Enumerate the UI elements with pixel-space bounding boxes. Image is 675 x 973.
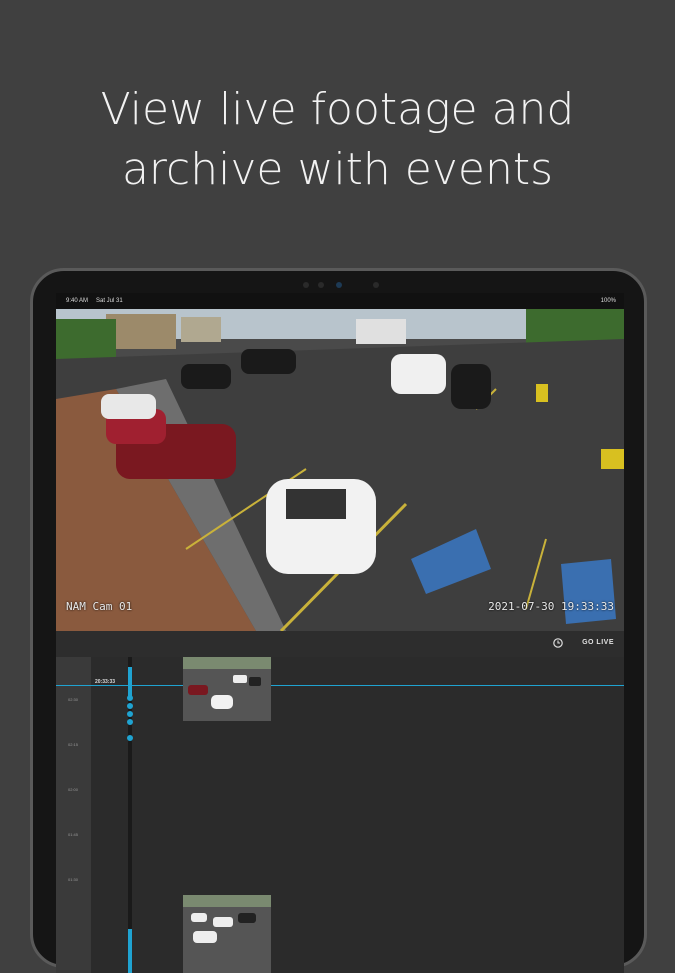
camera-lens	[336, 282, 342, 288]
timeline-tick: 01:45	[68, 832, 79, 837]
camera-frame-image	[56, 309, 624, 631]
timeline-tick: 02:15	[68, 742, 79, 747]
recording-segment[interactable]	[128, 929, 132, 973]
playback-controls: GO LIVE	[56, 631, 624, 657]
tablet-frame: 9:40 AM Sat Jul 31 100% NAM Cam 01 2021-…	[30, 268, 647, 973]
status-battery: 100%	[600, 298, 616, 304]
sensor-dot	[373, 282, 379, 288]
camera-name-overlay: NAM Cam 01	[66, 600, 133, 613]
event-thumbnail-image	[183, 895, 271, 973]
app-screen: 9:40 AM Sat Jul 31 100% NAM Cam 01 2021-…	[56, 293, 624, 973]
timeline-scale: 02:30 02:15 02:00 01:45 01:30	[56, 657, 91, 973]
status-bar: 9:40 AM Sat Jul 31 100%	[56, 293, 624, 309]
playhead-time: 20:33:33	[93, 679, 118, 685]
event-thumbnail[interactable]	[183, 657, 271, 721]
event-marker[interactable]	[127, 695, 133, 701]
history-icon[interactable]	[552, 637, 564, 649]
event-thumbnail-image	[183, 657, 271, 721]
event-marker[interactable]	[127, 703, 133, 709]
camera-timestamp-overlay: 2021-07-30 19:33:33	[488, 600, 614, 613]
timeline-tick: 01:30	[68, 877, 79, 882]
playhead-line[interactable]	[56, 685, 624, 686]
headline-line-1: View live footage and	[100, 84, 575, 135]
event-timeline[interactable]: 02:30 02:15 02:00 01:45 01:30 20:33:33	[56, 657, 624, 973]
timeline-tick: 02:30	[68, 697, 79, 702]
go-live-button[interactable]: GO LIVE	[582, 639, 614, 646]
headline-line-2: archive with events	[121, 144, 554, 195]
headline: View live footage and archive with event…	[0, 80, 675, 200]
event-marker[interactable]	[127, 711, 133, 717]
recording-segment[interactable]	[128, 667, 132, 697]
event-thumbnail[interactable]	[183, 895, 271, 973]
event-marker[interactable]	[127, 719, 133, 725]
camera-view[interactable]: NAM Cam 01 2021-07-30 19:33:33	[56, 309, 624, 631]
timeline-tick: 02:00	[68, 787, 79, 792]
event-marker[interactable]	[127, 735, 133, 741]
sensor-dot	[303, 282, 309, 288]
status-time: 9:40 AM	[66, 298, 89, 304]
status-date: Sat Jul 31	[96, 298, 123, 304]
sensor-dot	[318, 282, 324, 288]
